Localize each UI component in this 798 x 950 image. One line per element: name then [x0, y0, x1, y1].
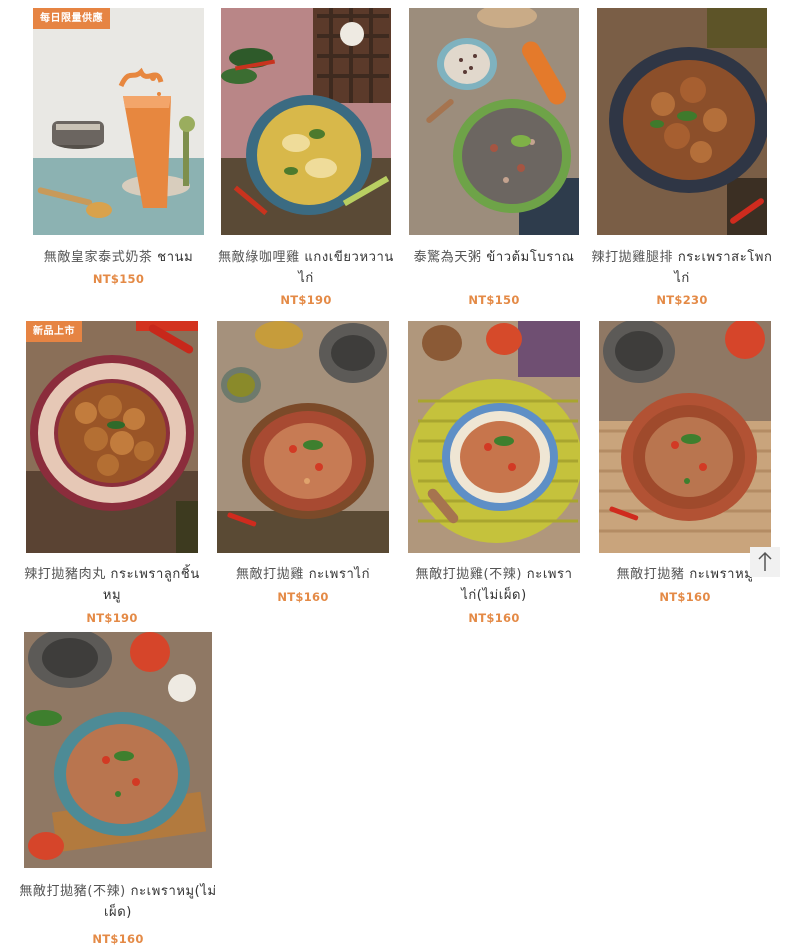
product-image[interactable]	[217, 321, 389, 553]
product-image[interactable]	[221, 8, 391, 235]
product-image[interactable]	[409, 8, 579, 235]
product-name-zh: 泰驚為天粥	[413, 250, 482, 265]
product-name-zh: 辣打拋雞腿排	[591, 250, 674, 265]
product-name: 無敵打拋雞 กะเพราไก่	[207, 564, 399, 585]
green-curry-photo	[221, 8, 391, 235]
product-price: NT$160	[468, 611, 520, 625]
product-image[interactable]: 每日限量供應	[33, 8, 204, 235]
product-image[interactable]	[408, 321, 580, 553]
basil-chicken-mild-photo	[408, 321, 580, 553]
product-name-th: แกงเขียวหวานไก่	[298, 250, 394, 286]
arrow-up-icon	[758, 551, 772, 571]
product-name-th: ชานม	[157, 250, 194, 265]
product-name: 無敵皇家泰式奶茶 ชานม	[23, 247, 214, 268]
product-price: NT$190	[280, 293, 332, 307]
product-name: 無敵打拋豬(不辣) กะเพราหมู(ไม่เผ็ด)	[14, 881, 222, 923]
basil-pork-meatball-photo	[26, 321, 198, 553]
daily-limited-badge: 每日限量供應	[33, 8, 110, 29]
product-image[interactable]: 新品上市	[26, 321, 198, 553]
product-name-zh: 無敵打拋豬(不辣)	[19, 884, 126, 899]
product-name: 無敵打拋雞(不辣) กะเพราไก่(ไม่เผ็ด)	[398, 564, 590, 606]
product-name: 辣打拋豬肉丸 กระเพราลูกชิ้นหมู	[16, 564, 208, 606]
product-name-zh: 無敵打拋豬	[616, 567, 685, 582]
product-price: NT$230	[656, 293, 708, 307]
product-price: NT$160	[659, 590, 711, 604]
product-price: NT$150	[468, 293, 520, 307]
product-price: NT$160	[92, 932, 144, 946]
product-image[interactable]	[24, 632, 212, 868]
product-name-zh: 辣打拋豬肉丸	[24, 567, 106, 582]
product-image[interactable]	[597, 8, 767, 235]
basil-chicken-thigh-photo	[597, 8, 767, 235]
product-price: NT$160	[277, 590, 329, 604]
back-to-top-button[interactable]	[750, 547, 780, 577]
product-name-zh: 無敵打拋雞(不辣)	[415, 567, 523, 582]
product-image[interactable]	[599, 321, 771, 553]
product-name-th: กระเพราสะโพกไก่	[674, 250, 773, 286]
basil-chicken-photo	[217, 321, 389, 553]
product-name-zh: 無敵皇家泰式奶茶	[43, 250, 153, 265]
product-name: 無敵綠咖哩雞 แกงเขียวหวานไก่	[211, 247, 401, 289]
product-name-th: กระเพราลูกชิ้นหมู	[102, 567, 200, 603]
product-price: NT$190	[86, 611, 138, 625]
product-name: 辣打拋雞腿排 กระเพราสะโพกไก่	[587, 247, 777, 289]
rice-porridge-photo	[409, 8, 579, 235]
product-name-zh: 無敵打拋雞	[235, 567, 304, 582]
product-name-th: กะเพราหมู	[689, 567, 754, 582]
product-name: 泰驚為天粥 ข้าวต้มโบราณ	[399, 247, 589, 268]
thai-milk-tea-photo	[33, 8, 204, 235]
basil-pork-mild-photo	[24, 632, 212, 868]
product-price: NT$150	[92, 272, 145, 286]
basil-pork-photo	[599, 321, 771, 553]
product-name-zh: 無敵綠咖哩雞	[218, 250, 300, 265]
product-name-th: กะเพราไก่	[308, 567, 371, 582]
new-arrival-badge: 新品上市	[26, 321, 82, 342]
product-name-th: ข้าวต้มโบราณ	[486, 250, 575, 265]
